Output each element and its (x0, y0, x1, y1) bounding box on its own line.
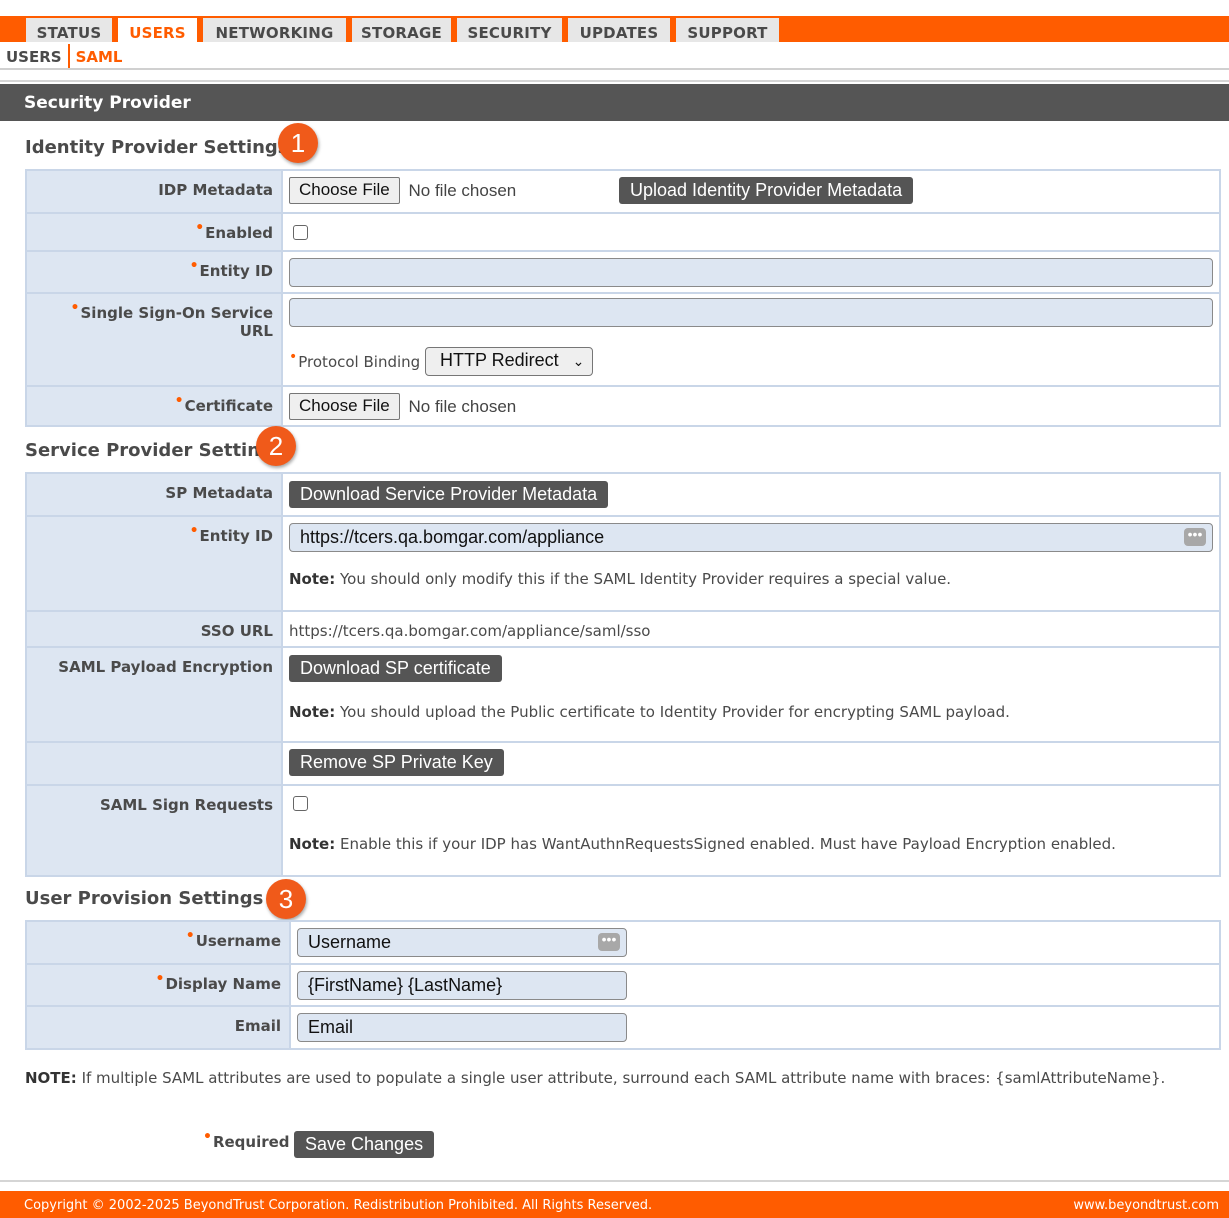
note-prefix: Note: (289, 835, 336, 853)
subnav-users[interactable]: USERS (0, 44, 68, 68)
tab-security[interactable]: SECURITY (457, 16, 562, 42)
step-badge-3: 3 (266, 879, 306, 919)
attribute-note-text: If multiple SAML attributes are used to … (81, 1069, 1166, 1087)
enabled-checkbox[interactable] (293, 225, 308, 240)
idp-entity-id-label: Entity ID (190, 262, 273, 280)
main-tabs: STATUS USERS NETWORKING STORAGE SECURITY… (26, 16, 785, 42)
protocol-binding-select[interactable]: HTTP Redirect ⌄ (424, 347, 594, 376)
provision-heading: User Provision Settings (25, 888, 264, 909)
remove-sp-private-key-button[interactable]: Remove SP Private Key (289, 749, 504, 776)
subnav-saml[interactable]: SAML (67, 44, 129, 68)
idp-metadata-label: IDP Metadata (158, 181, 273, 199)
tab-status[interactable]: STATUS (26, 16, 112, 42)
sp-heading: Service Provider Settings (25, 440, 284, 461)
provision-settings-table: Username Username ••• Display Name {First… (25, 920, 1221, 1050)
sp-entity-id-note: You should only modify this if the SAML … (339, 570, 952, 588)
idp-metadata-choose-file-button[interactable]: Choose File (289, 177, 400, 204)
divider (0, 1180, 1229, 1182)
payload-encryption-note: You should upload the Public certificate… (339, 703, 1010, 721)
footer: Copyright © 2002-2025 BeyondTrust Corpor… (0, 1191, 1229, 1218)
copyright-text: Copyright © 2002-2025 BeyondTrust Corpor… (24, 1198, 653, 1213)
sp-entity-id-input[interactable]: https://tcers.qa.bomgar.com/appliance ••• (289, 523, 1213, 552)
step-badge-2: 2 (256, 426, 296, 466)
payload-encryption-label: SAML Payload Encryption (58, 658, 273, 676)
sso-url-value: https://tcers.qa.bomgar.com/appliance/sa… (289, 622, 651, 640)
note-prefix: NOTE: (25, 1069, 77, 1087)
upload-idp-metadata-button[interactable]: Upload Identity Provider Metadata (619, 177, 914, 204)
username-input[interactable]: Username ••• (297, 928, 627, 957)
tab-storage[interactable]: STORAGE (352, 16, 451, 42)
sso-url-label: SSO URL (200, 622, 273, 640)
saml-sign-requests-checkbox[interactable] (293, 796, 308, 811)
section-title: Security Provider (0, 84, 1229, 121)
chevron-down-icon: ⌄ (572, 353, 585, 369)
tab-support[interactable]: SUPPORT (676, 16, 779, 42)
idp-heading: Identity Provider Settings (25, 137, 289, 158)
sp-settings-table: SP Metadata Download Service Provider Me… (25, 472, 1221, 877)
sp-metadata-label: SP Metadata (165, 484, 273, 502)
sso-service-url-input[interactable] (289, 298, 1213, 327)
protocol-binding-label: Protocol Binding (289, 353, 420, 371)
protocol-binding-value: HTTP Redirect (439, 350, 559, 370)
sub-navigation: USERS SAML (0, 44, 1229, 70)
certificate-choose-file-button[interactable]: Choose File (289, 393, 400, 420)
display-name-input[interactable]: {FirstName} {LastName} (297, 971, 627, 1000)
note-prefix: Note: (289, 570, 336, 588)
enabled-label: Enabled (195, 224, 273, 242)
saml-sign-requests-note: Enable this if your IDP has WantAuthnReq… (339, 835, 1116, 853)
idp-metadata-file-status: No file chosen (408, 180, 517, 200)
divider (0, 80, 1229, 82)
idp-settings-table: IDP Metadata Choose File No file chosen … (25, 169, 1221, 427)
tab-networking[interactable]: NETWORKING (203, 16, 346, 42)
tab-users[interactable]: USERS (118, 16, 197, 42)
certificate-file-status: No file chosen (408, 396, 517, 416)
site-link[interactable]: www.beyondtrust.com (1073, 1198, 1219, 1213)
saml-sign-requests-label: SAML Sign Requests (99, 796, 273, 814)
save-changes-button[interactable]: Save Changes (294, 1131, 435, 1158)
download-sp-certificate-button[interactable]: Download SP certificate (289, 655, 502, 682)
username-label: Username (186, 932, 281, 950)
download-sp-metadata-button[interactable]: Download Service Provider Metadata (289, 481, 609, 508)
more-options-icon[interactable]: ••• (598, 932, 620, 951)
sp-entity-id-label: Entity ID (190, 527, 273, 545)
more-options-icon[interactable]: ••• (1184, 527, 1206, 546)
username-value: Username (308, 932, 392, 952)
display-name-label: Display Name (156, 975, 281, 993)
email-input[interactable]: Email (297, 1013, 627, 1042)
step-badge-1: 1 (278, 123, 318, 163)
attribute-note: NOTE: If multiple SAML attributes are us… (25, 1069, 1165, 1087)
note-prefix: Note: (289, 703, 336, 721)
tab-updates[interactable]: UPDATES (568, 16, 670, 42)
certificate-label: Certificate (175, 397, 273, 415)
required-legend: Required (203, 1133, 290, 1151)
sp-entity-id-value: https://tcers.qa.bomgar.com/appliance (300, 527, 605, 547)
sso-service-url-label: Single Sign-On Service URL (71, 304, 274, 340)
email-label: Email (234, 1017, 281, 1035)
idp-entity-id-input[interactable] (289, 258, 1213, 287)
